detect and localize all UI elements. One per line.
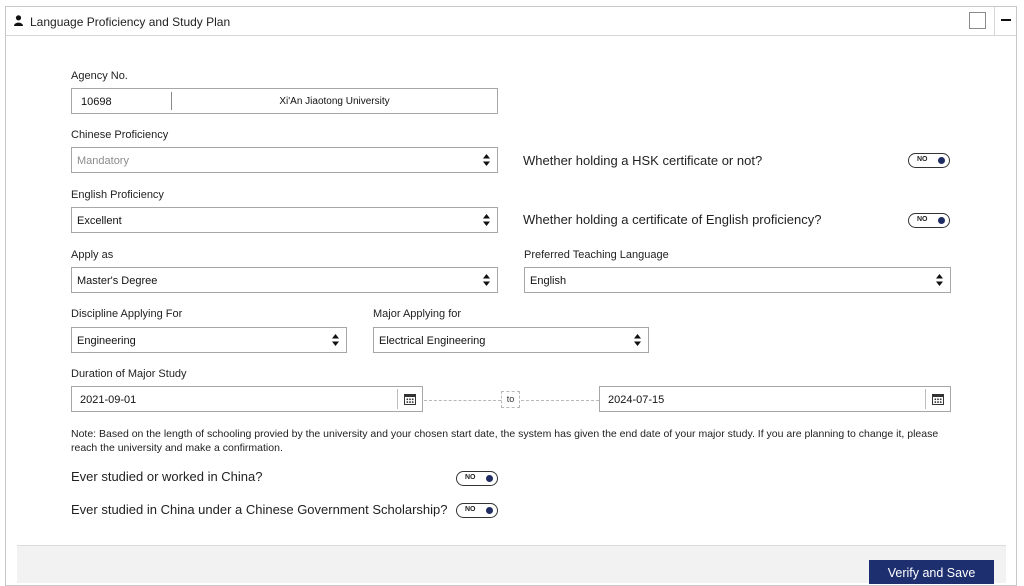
select-arrows-icon xyxy=(483,154,490,166)
date-range-to: to xyxy=(501,391,520,408)
start-date-input[interactable]: 2021-09-01 xyxy=(71,386,423,412)
select-arrows-icon xyxy=(634,334,641,346)
teaching-language-value: English xyxy=(530,275,567,287)
select-arrows-icon xyxy=(936,274,943,286)
major-value: Electrical Engineering xyxy=(379,335,486,347)
verify-save-button[interactable]: Verify and Save xyxy=(869,560,994,584)
chinese-proficiency-value: Mandatory xyxy=(77,155,129,167)
teaching-language-select[interactable]: English xyxy=(524,267,951,293)
csc-scholarship-question: Ever studied in China under a Chinese Go… xyxy=(71,502,448,517)
hsk-toggle-text: NO xyxy=(917,156,928,163)
studied-china-toggle[interactable]: NO xyxy=(456,471,498,486)
chinese-proficiency-select[interactable]: Mandatory xyxy=(71,147,498,173)
minus-icon[interactable] xyxy=(1001,19,1011,21)
apply-as-label: Apply as xyxy=(71,249,114,261)
english-proficiency-value: Excellent xyxy=(77,215,122,227)
studied-china-toggle-text: NO xyxy=(465,474,476,481)
calendar-icon[interactable] xyxy=(404,393,416,405)
toggle-knob xyxy=(938,157,945,164)
hsk-question: Whether holding a HSK certificate or not… xyxy=(523,153,763,168)
end-date-value: 2024-07-15 xyxy=(608,394,665,406)
toggle-knob xyxy=(938,217,945,224)
form-footer xyxy=(17,545,1006,583)
select-arrows-icon xyxy=(483,274,490,286)
agency-code: 10698 xyxy=(81,96,112,108)
hsk-toggle[interactable]: NO xyxy=(908,153,950,168)
apply-as-select[interactable]: Master's Degree xyxy=(71,267,498,293)
panel-title: Language Proficiency and Study Plan xyxy=(30,15,231,29)
maximize-button[interactable] xyxy=(969,12,986,29)
header-divider xyxy=(994,7,995,35)
apply-as-value: Master's Degree xyxy=(77,275,158,287)
teaching-language-label: Preferred Teaching Language xyxy=(524,249,669,261)
duration-label: Duration of Major Study xyxy=(71,368,187,380)
english-cert-toggle[interactable]: NO xyxy=(908,213,950,228)
english-proficiency-select[interactable]: Excellent xyxy=(71,207,498,233)
major-label: Major Applying for xyxy=(373,308,462,320)
start-date-value: 2021-09-01 xyxy=(80,394,137,406)
discipline-label: Discipline Applying For xyxy=(71,308,183,320)
chinese-proficiency-label: Chinese Proficiency xyxy=(71,129,169,141)
discipline-select[interactable]: Engineering xyxy=(71,327,347,353)
study-duration-note: Note: Based on the length of schooling p… xyxy=(71,428,939,454)
english-cert-toggle-text: NO xyxy=(917,216,928,223)
agency-field: 10698 Xi'An Jiaotong University xyxy=(71,88,498,114)
csc-scholarship-toggle[interactable]: NO xyxy=(456,503,498,518)
panel-header: Language Proficiency and Study Plan xyxy=(6,7,1016,36)
select-arrows-icon xyxy=(332,334,339,346)
discipline-value: Engineering xyxy=(77,335,136,347)
select-arrows-icon xyxy=(483,214,490,226)
english-cert-question: Whether holding a certificate of English… xyxy=(523,212,822,227)
english-proficiency-label: English Proficiency xyxy=(71,189,164,201)
csc-scholarship-toggle-text: NO xyxy=(465,506,476,513)
toggle-knob xyxy=(486,475,493,482)
date-range-connector xyxy=(424,400,501,401)
studied-china-question: Ever studied or worked in China? xyxy=(71,469,263,484)
end-date-input[interactable]: 2024-07-15 xyxy=(599,386,951,412)
agency-university: Xi'An Jiaotong University xyxy=(279,96,390,107)
major-select[interactable]: Electrical Engineering xyxy=(373,327,649,353)
person-icon xyxy=(14,15,23,26)
toggle-knob xyxy=(486,507,493,514)
date-range-connector xyxy=(521,400,599,401)
calendar-divider xyxy=(397,389,398,409)
calendar-divider xyxy=(925,389,926,409)
calendar-icon[interactable] xyxy=(932,393,944,405)
agency-label: Agency No. xyxy=(71,70,128,82)
